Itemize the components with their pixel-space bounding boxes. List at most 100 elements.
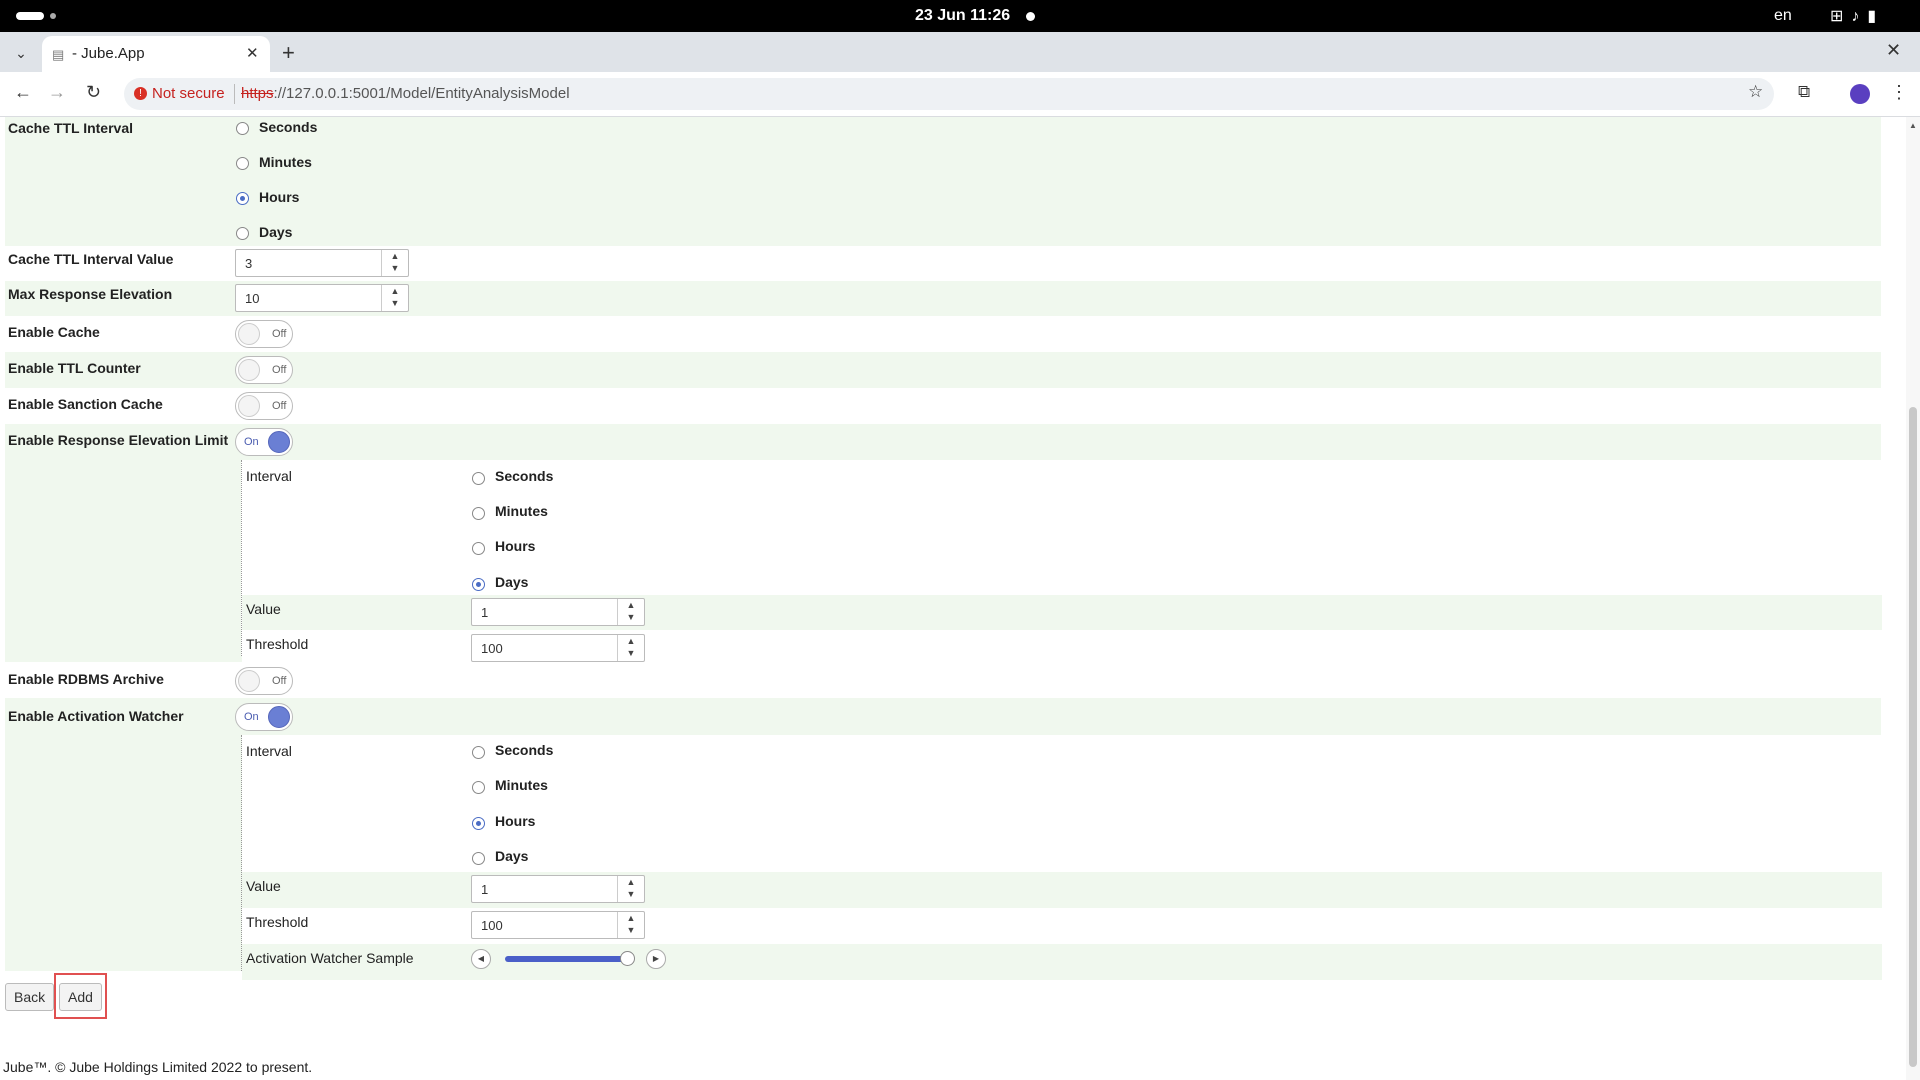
- max-response-elevation-row: Max Response Elevation 10 ▲ ▼: [5, 281, 1881, 316]
- scrollbar-thumb[interactable]: [1909, 407, 1917, 1067]
- aw-seconds-label: Seconds: [495, 742, 554, 758]
- rel-interval-label: Interval: [246, 468, 292, 484]
- browser-tab[interactable]: ▤ - Jube.App ✕: [42, 36, 270, 72]
- rel-value-row: Value 1 ▲ ▼: [242, 595, 1882, 630]
- forward-arrow-icon[interactable]: →: [48, 82, 66, 103]
- back-button[interactable]: Back: [5, 983, 55, 1011]
- page-scrollbar[interactable]: ▲: [1906, 117, 1920, 1080]
- rel-threshold-row: Threshold 100 ▲ ▼: [242, 630, 1882, 666]
- toggle-knob: [238, 359, 260, 381]
- browser-menu-icon[interactable]: ⋮: [1890, 82, 1908, 103]
- aw-seconds-radio[interactable]: [472, 746, 485, 759]
- aw-sample-row: Activation Watcher Sample ◀ ▶: [242, 944, 1882, 980]
- enable-cache-row: Enable Cache Off: [5, 316, 1881, 352]
- new-tab-plus-icon[interactable]: +: [282, 40, 295, 66]
- rel-minutes-radio[interactable]: [472, 507, 485, 520]
- aw-days-radio[interactable]: [472, 852, 485, 865]
- system-tray[interactable]: ⊞♪▮: [1830, 6, 1884, 26]
- rel-value-stepper[interactable]: ▲ ▼: [617, 599, 644, 625]
- page-content: Cache TTL Interval Seconds Minutes Hours…: [0, 117, 1904, 1080]
- cache-ttl-interval-value-input[interactable]: 3 ▲ ▼: [235, 249, 409, 277]
- max-response-elevation-value: 10: [245, 291, 260, 306]
- rel-seconds-radio[interactable]: [472, 472, 485, 485]
- toggle-knob: [268, 706, 290, 728]
- cache-ttl-stepper[interactable]: ▲ ▼: [381, 250, 408, 276]
- add-button[interactable]: Add: [59, 983, 102, 1011]
- enable-rdbms-archive-row: Enable RDBMS Archive Off: [5, 662, 1881, 698]
- rel-hours-radio[interactable]: [472, 542, 485, 555]
- max-response-elevation-stepper[interactable]: ▲ ▼: [381, 285, 408, 311]
- aw-interval-block: Interval Seconds Minutes Hours Days: [242, 735, 1882, 872]
- max-response-elevation-input[interactable]: 10 ▲ ▼: [235, 284, 409, 312]
- aw-value-input[interactable]: 1 ▲ ▼: [471, 875, 645, 903]
- enable-ttl-counter-toggle[interactable]: Off: [235, 356, 293, 384]
- workspace-dot: [50, 13, 56, 19]
- rel-threshold-stepper[interactable]: ▲ ▼: [617, 635, 644, 661]
- enable-response-elevation-limit-row: Enable Response Elevation Limit On Inter…: [5, 424, 1882, 666]
- slider-decrease-arrow-icon[interactable]: ◀: [471, 949, 491, 969]
- tab-close-icon[interactable]: ✕: [246, 44, 259, 62]
- aw-sample-slider[interactable]: ◀ ▶: [471, 949, 671, 969]
- toggle-state: On: [244, 711, 259, 723]
- not-secure-label[interactable]: Not secure: [152, 85, 225, 102]
- slider-thumb[interactable]: [619, 951, 635, 966]
- rel-value-input[interactable]: 1 ▲ ▼: [471, 598, 645, 626]
- clock[interactable]: 23 Jun 11:26: [915, 7, 1010, 25]
- scroll-up-arrow-icon[interactable]: ▲: [1909, 121, 1917, 130]
- toggle-state: Off: [272, 400, 287, 412]
- not-secure-warning-icon: !: [134, 87, 147, 100]
- cache-ttl-days-label: Days: [259, 224, 293, 240]
- aw-minutes-label: Minutes: [495, 777, 548, 793]
- volume-icon: ♪: [1851, 8, 1868, 25]
- rel-threshold-label: Threshold: [246, 636, 309, 652]
- enable-rdbms-archive-toggle[interactable]: Off: [235, 667, 293, 695]
- cache-ttl-interval-label: Cache TTL Interval: [8, 120, 134, 136]
- toggle-knob: [238, 670, 260, 692]
- browser-tab-strip: ⌄ ▤ - Jube.App ✕ + ✕: [0, 32, 1920, 72]
- toggle-knob: [268, 431, 290, 453]
- cache-ttl-seconds-radio[interactable]: [236, 122, 249, 135]
- enable-cache-toggle[interactable]: Off: [235, 320, 293, 348]
- cache-ttl-interval-value-label: Cache TTL Interval Value: [8, 251, 174, 267]
- browser-toolbar: ← → ↻ ! Not secure https://127.0.0.1:500…: [0, 72, 1920, 117]
- cache-ttl-hours-radio[interactable]: [236, 192, 249, 205]
- extensions-icon[interactable]: ⧉: [1798, 82, 1810, 102]
- enable-ttl-counter-row: Enable TTL Counter Off: [5, 352, 1881, 388]
- enable-activation-watcher-toggle[interactable]: On: [235, 703, 293, 731]
- rel-threshold: 100: [481, 641, 503, 656]
- cache-ttl-minutes-label: Minutes: [259, 154, 312, 170]
- window-close-icon[interactable]: ✕: [1886, 40, 1901, 61]
- slider-increase-arrow-icon[interactable]: ▶: [646, 949, 666, 969]
- enable-response-elevation-limit-toggle[interactable]: On: [235, 428, 293, 456]
- page-icon: ▤: [52, 47, 65, 62]
- aw-value-stepper[interactable]: ▲ ▼: [617, 876, 644, 902]
- aw-threshold-input[interactable]: 100 ▲ ▼: [471, 911, 645, 939]
- toggle-knob: [238, 395, 260, 417]
- activities-indicator[interactable]: [16, 12, 44, 20]
- url-text[interactable]: https://127.0.0.1:5001/Model/EntityAnaly…: [241, 85, 570, 102]
- enable-sanction-cache-toggle[interactable]: Off: [235, 392, 293, 420]
- aw-hours-label: Hours: [495, 813, 536, 829]
- aw-threshold-label: Threshold: [246, 914, 309, 930]
- enable-sanction-cache-row: Enable Sanction Cache Off: [5, 388, 1881, 424]
- keyboard-language[interactable]: en: [1774, 7, 1792, 25]
- rel-threshold-input[interactable]: 100 ▲ ▼: [471, 634, 645, 662]
- rel-days-radio[interactable]: [472, 578, 485, 591]
- bookmark-star-icon[interactable]: ☆: [1748, 82, 1763, 102]
- tab-search-chevron-down-icon[interactable]: ⌄: [10, 42, 32, 64]
- toggle-knob: [238, 323, 260, 345]
- slider-track[interactable]: [505, 956, 633, 962]
- aw-value: 1: [481, 882, 489, 897]
- enable-activation-watcher-row: Enable Activation Watcher On Interval Se…: [5, 698, 1882, 980]
- reload-icon[interactable]: ↻: [86, 82, 101, 103]
- address-bar[interactable]: ! Not secure https://127.0.0.1:5001/Mode…: [124, 78, 1774, 110]
- aw-minutes-radio[interactable]: [472, 781, 485, 794]
- cache-ttl-minutes-radio[interactable]: [236, 157, 249, 170]
- profile-avatar[interactable]: [1850, 84, 1870, 104]
- cache-ttl-days-radio[interactable]: [236, 227, 249, 240]
- aw-threshold-stepper[interactable]: ▲ ▼: [617, 912, 644, 938]
- aw-hours-radio[interactable]: [472, 817, 485, 830]
- toggle-state: On: [244, 436, 259, 448]
- back-arrow-icon[interactable]: ←: [14, 82, 32, 103]
- aw-days-label: Days: [495, 848, 529, 864]
